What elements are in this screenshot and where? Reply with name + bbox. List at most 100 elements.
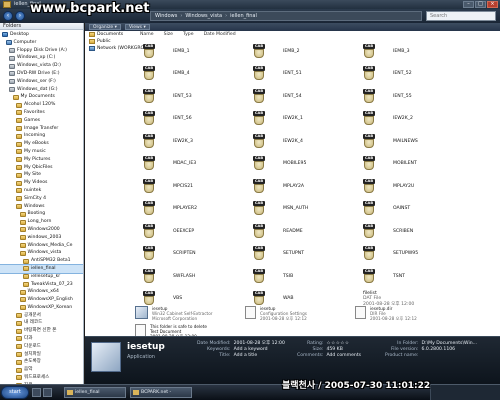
- file-item[interactable]: CAB IEMB_3: [363, 40, 473, 62]
- tree-item[interactable]: Windows_Media_Ce: [0, 242, 83, 250]
- file-item[interactable]: CAB IEMB_4: [143, 63, 253, 85]
- file-item[interactable]: CAB MPLAY2U: [363, 175, 473, 197]
- file-item[interactable]: CAB SETUPW95: [363, 243, 473, 265]
- file-item[interactable]: CAB SWFLASH: [143, 265, 253, 287]
- folders-header[interactable]: Folders: [0, 23, 83, 30]
- tree-item[interactable]: Games: [0, 117, 83, 125]
- breadcrumb-item[interactable]: Windows_vista: [185, 13, 222, 19]
- tree-item[interactable]: iellesetup_kr: [0, 273, 83, 281]
- tree-item[interactable]: nuintek: [0, 187, 83, 195]
- search-input[interactable]: Search: [426, 11, 496, 21]
- tree-item[interactable]: Desktop: [0, 31, 83, 39]
- tree-item[interactable]: 내 레코드: [0, 319, 83, 327]
- tree-item[interactable]: Incoming: [0, 132, 83, 140]
- tree-item[interactable]: My Documents: [0, 93, 83, 101]
- file-item[interactable]: CAB MDAC_IE3: [143, 153, 253, 175]
- tree-item[interactable]: Floppy Disk Drive (A:): [0, 47, 83, 55]
- file-item[interactable]: CAB IEW2K_1: [253, 108, 363, 130]
- tree-item[interactable]: Windows_x64: [0, 288, 83, 296]
- favorite-link[interactable]: Documents: [89, 31, 152, 38]
- tree-item[interactable]: TweakVista_07_23: [0, 281, 83, 289]
- tree-item[interactable]: 공개문서: [0, 312, 83, 320]
- file-item[interactable]: CAB MSN_AUTH: [253, 198, 363, 220]
- breadcrumb[interactable]: Windows › Windows_vista › iellen_final: [150, 11, 422, 21]
- file-item[interactable]: CAB IENT_56: [143, 108, 253, 130]
- show-desktop-icon[interactable]: [32, 388, 41, 397]
- close-button[interactable]: ×: [487, 1, 498, 8]
- tree-item[interactable]: iellen_final: [0, 263, 83, 274]
- file-item[interactable]: iesetup.dir DIR File 2001-08-28 오후 12:12: [355, 306, 475, 326]
- file-item[interactable]: CAB MOBILE95: [253, 153, 363, 175]
- tree-item[interactable]: Alcohol 120%: [0, 101, 83, 109]
- file-item[interactable]: iesetup Configuration Settings 2001-08-28 …: [245, 306, 365, 326]
- tree-item[interactable]: My QbicFiles: [0, 164, 83, 172]
- file-item[interactable]: CAB SCRIPTEN: [143, 243, 253, 265]
- tree-item[interactable]: SimCity 4: [0, 195, 83, 203]
- file-item[interactable]: CAB IEW2K_3: [143, 130, 253, 152]
- file-item[interactable]: CAB SETUPNT: [253, 243, 363, 265]
- file-item[interactable]: CAB IEW2K_4: [253, 130, 363, 152]
- tree-item[interactable]: Windows_vista: [0, 249, 83, 257]
- file-item[interactable]: CAB IENT_53: [143, 85, 253, 107]
- title-field[interactable]: Add a title: [234, 353, 285, 359]
- tree-item[interactable]: DVD-RW Drive (E:): [0, 70, 83, 78]
- breadcrumb-item[interactable]: Windows: [155, 13, 177, 19]
- file-item[interactable]: CAB SCRIBEN: [363, 220, 473, 242]
- minimize-button[interactable]: –: [463, 1, 474, 8]
- file-item[interactable]: CAB IEW2K_2: [363, 108, 473, 130]
- column-header-size[interactable]: Size: [164, 31, 173, 38]
- taskbar-button[interactable]: iellen_final: [64, 387, 126, 398]
- tree-item[interactable]: My eBooks: [0, 140, 83, 148]
- file-item[interactable]: CAB IEMB_1: [143, 40, 253, 62]
- tree-item[interactable]: My Site: [0, 171, 83, 179]
- tree-item[interactable]: 바탕화면 신한 폰: [0, 327, 83, 335]
- file-item[interactable]: CAB IEMB_2: [253, 40, 363, 62]
- tree-item[interactable]: 다운로드: [0, 343, 83, 351]
- tree-item[interactable]: My Videos: [0, 179, 83, 187]
- tree-item[interactable]: WindowsXP_Korean: [0, 304, 83, 312]
- file-item[interactable]: CAB IENT_52: [363, 63, 473, 85]
- file-item[interactable]: CAB IENT_54: [253, 85, 363, 107]
- file-item[interactable]: CAB IENT_55: [363, 85, 473, 107]
- tree-item[interactable]: 워드프로세스: [0, 374, 83, 382]
- tree-item[interactable]: Windows_ser (F:): [0, 78, 83, 86]
- tree-item[interactable]: Computer: [0, 39, 83, 47]
- tree-item[interactable]: Booting: [0, 210, 83, 218]
- tree-item[interactable]: 음악: [0, 366, 83, 374]
- file-item[interactable]: CAB OEEXCEP: [143, 220, 253, 242]
- file-item[interactable]: CAB MPLAY2A: [253, 175, 363, 197]
- file-item[interactable]: iesetup Win32 Cabinet Self-Extractor Micro…: [135, 306, 255, 326]
- file-item[interactable]: CAB MPCIS21: [143, 175, 253, 197]
- taskbar-button[interactable]: BCPARK.net -: [130, 387, 192, 398]
- forward-button[interactable]: ›: [15, 11, 25, 21]
- tree-item[interactable]: My Pictures: [0, 156, 83, 164]
- tree-item[interactable]: WindowsXP_English: [0, 296, 83, 304]
- tree-item[interactable]: 설치파일: [0, 351, 83, 359]
- tree-item[interactable]: AntiSPM32 Beta1: [0, 257, 83, 265]
- tree-item[interactable]: My music: [0, 148, 83, 156]
- views-button[interactable]: Views ▾: [125, 24, 150, 30]
- tree-item[interactable]: Windows: [0, 203, 83, 211]
- column-header-date[interactable]: Date Modified: [204, 31, 236, 38]
- file-item[interactable]: CAB MAILNEWS: [363, 130, 473, 152]
- comments-field[interactable]: Add comments: [326, 353, 361, 359]
- tree-item[interactable]: Windows_xp (C:): [0, 54, 83, 62]
- tree-item[interactable]: windows_2003: [0, 234, 83, 242]
- switch-windows-icon[interactable]: [43, 388, 52, 397]
- file-item[interactable]: CAB TSIB: [253, 265, 363, 287]
- tree-item[interactable]: Windows2000: [0, 226, 83, 234]
- file-item[interactable]: CAB OAINST: [363, 198, 473, 220]
- tree-item[interactable]: 다과: [0, 335, 83, 343]
- start-button[interactable]: start: [1, 386, 29, 399]
- file-item[interactable]: CAB TSNT: [363, 265, 473, 287]
- tree-item[interactable]: Long_horn: [0, 218, 83, 226]
- tree-item[interactable]: 손도록장: [0, 358, 83, 366]
- file-item[interactable]: CAB README: [253, 220, 363, 242]
- file-item[interactable]: CAB MPLAYER2: [143, 198, 253, 220]
- maximize-button[interactable]: □: [475, 1, 486, 8]
- tree-item[interactable]: Favorites: [0, 109, 83, 117]
- file-item[interactable]: CAB IENT_51: [253, 63, 363, 85]
- tree-item[interactable]: Windows_vista (D:): [0, 62, 83, 70]
- column-header-type[interactable]: Type: [183, 31, 194, 38]
- tree-item[interactable]: Windows_dat (G:): [0, 86, 83, 94]
